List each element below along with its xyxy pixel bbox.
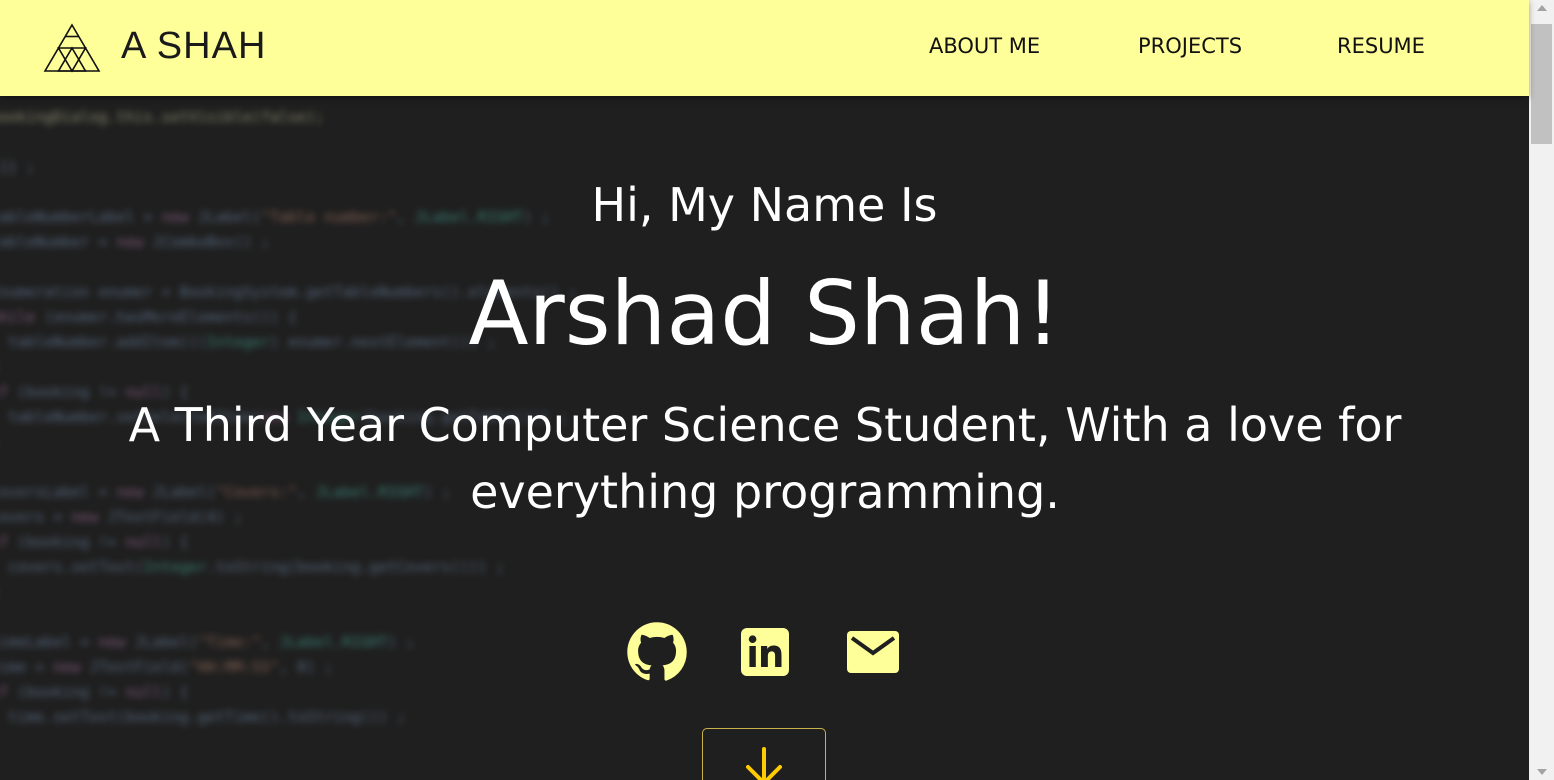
linkedin-link[interactable] <box>733 620 797 684</box>
hero-tagline: A Third Year Computer Science Student, W… <box>90 392 1440 526</box>
brand-name[interactable]: A SHAH <box>121 25 266 68</box>
email-icon <box>847 631 899 673</box>
github-icon <box>627 622 687 681</box>
hero-section: bookingDialog.this.setVisible(false); }}… <box>0 0 1529 780</box>
tagline-line-2: everything programming. <box>470 465 1060 519</box>
scrollbar-thumb[interactable] <box>1531 24 1552 144</box>
hero-name: Arshad Shah! <box>468 262 1061 365</box>
nav-projects[interactable]: PROJECTS <box>1138 34 1242 58</box>
email-link[interactable] <box>841 620 905 684</box>
triangle-logo-icon[interactable] <box>43 23 101 73</box>
navbar: A SHAH ABOUT ME PROJECTS RESUME <box>0 0 1529 96</box>
hero-greeting: Hi, My Name Is <box>591 178 938 232</box>
linkedin-icon <box>741 628 789 676</box>
vertical-scrollbar[interactable] <box>1529 0 1554 780</box>
arrow-down-icon <box>746 747 782 780</box>
nav-about-me[interactable]: ABOUT ME <box>929 34 1040 58</box>
github-link[interactable] <box>625 620 689 684</box>
tagline-line-1: A Third Year Computer Science Student, W… <box>128 398 1402 452</box>
scroll-down-arrow-icon[interactable] <box>1537 769 1547 775</box>
scroll-down-button[interactable] <box>702 728 826 780</box>
scroll-up-arrow-icon[interactable] <box>1537 5 1547 11</box>
nav-resume[interactable]: RESUME <box>1337 34 1425 58</box>
